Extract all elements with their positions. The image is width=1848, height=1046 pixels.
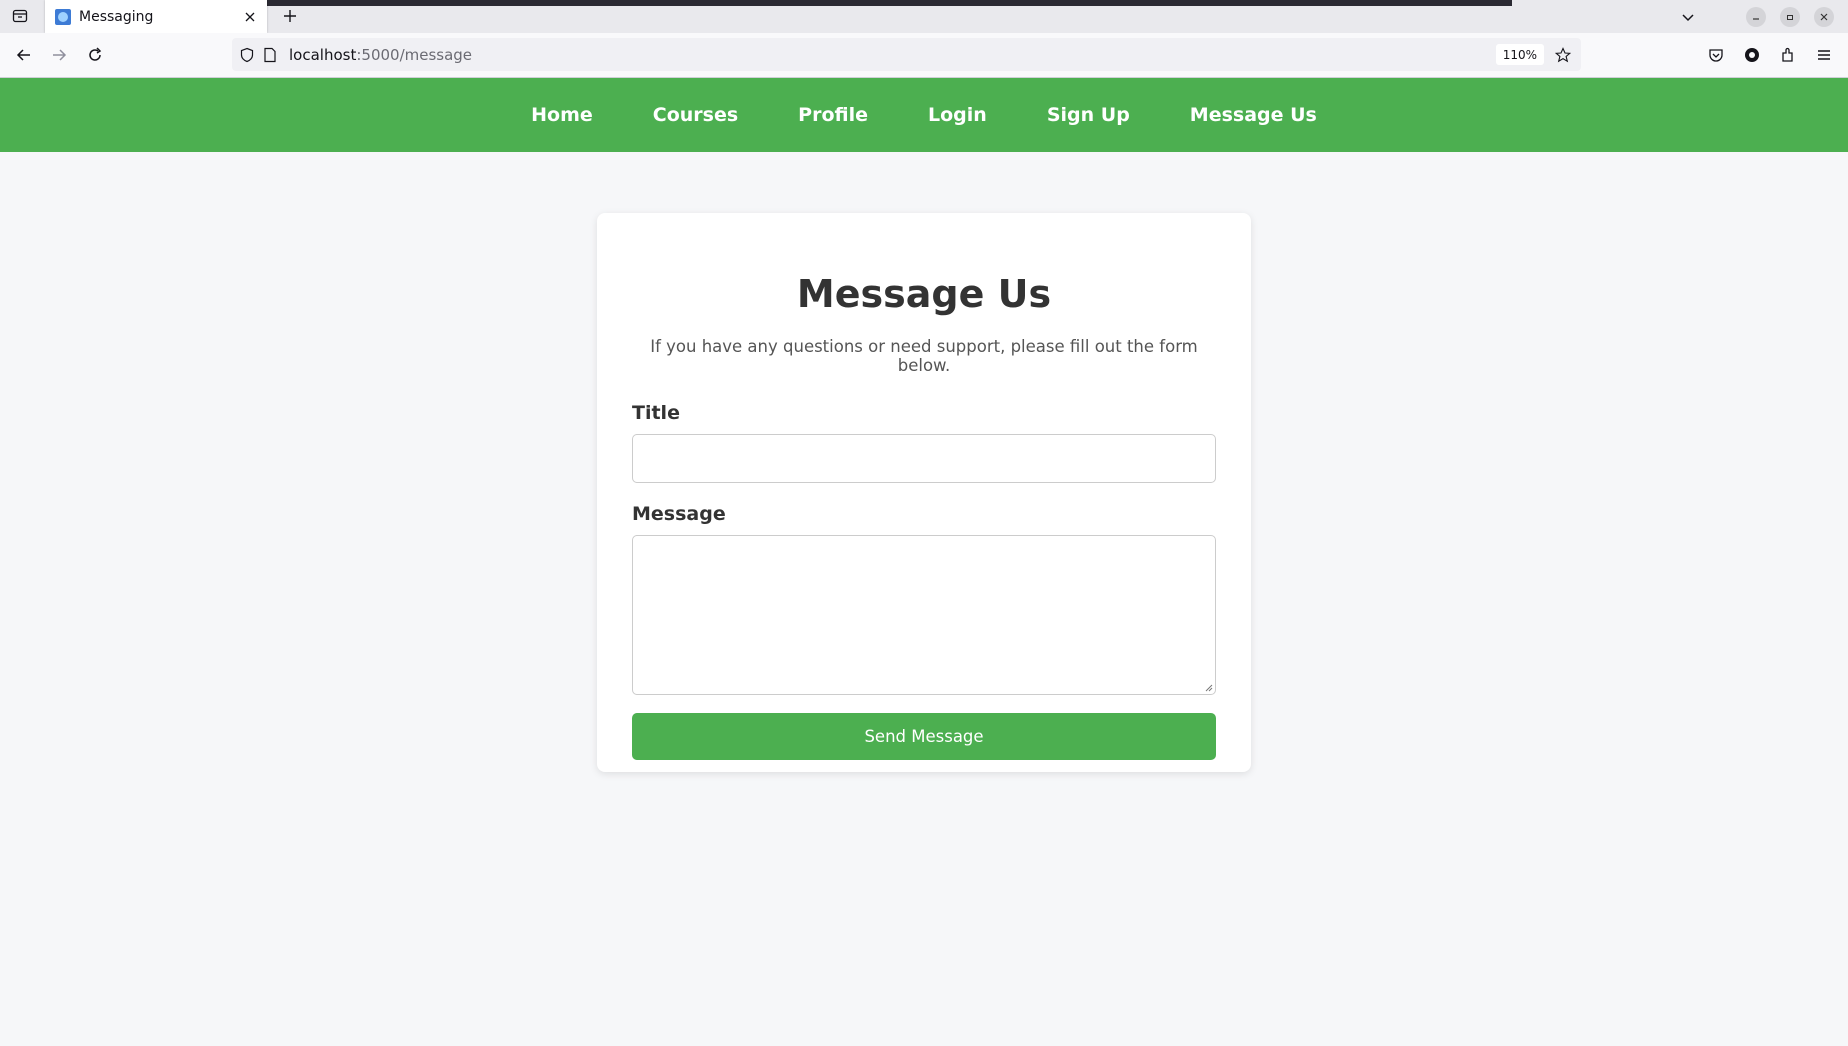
shield-icon[interactable]	[239, 47, 255, 63]
extensions-icon[interactable]	[1776, 43, 1800, 67]
nav-link-profile[interactable]: Profile	[798, 104, 868, 126]
account-icon[interactable]	[1740, 43, 1764, 67]
url-host: localhost	[289, 45, 357, 64]
page-icon[interactable]	[263, 47, 277, 63]
nav-link-message-us[interactable]: Message Us	[1190, 104, 1317, 126]
title-label: Title	[632, 402, 680, 424]
nav-link-home[interactable]: Home	[531, 104, 593, 126]
forward-icon[interactable]	[47, 43, 71, 67]
reload-icon[interactable]	[83, 43, 107, 67]
url-path: :5000/message	[356, 45, 473, 64]
browser-tab[interactable]: Messaging	[45, 0, 267, 33]
page-title: Message Us	[796, 272, 1052, 316]
url-text[interactable]: localhost:5000/message	[289, 46, 472, 64]
tab-bar-strip	[263, 0, 1512, 6]
tab-title: Messaging	[79, 8, 154, 25]
menu-icon[interactable]	[1812, 43, 1836, 67]
form-description: If you have any questions or need suppor…	[650, 337, 1198, 375]
zoom-level-badge[interactable]: 110%	[1495, 44, 1544, 65]
address-bar[interactable]: localhost:5000/message 110%	[232, 38, 1581, 71]
message-label: Message	[632, 503, 726, 525]
chevron-down-icon[interactable]	[1676, 5, 1700, 29]
close-window-icon[interactable]	[1814, 6, 1834, 27]
nav-link-courses[interactable]: Courses	[653, 104, 738, 126]
message-textarea[interactable]	[632, 535, 1216, 695]
title-input[interactable]	[632, 434, 1216, 483]
browser-tab-bar: Messaging	[0, 0, 1848, 33]
close-tab-icon[interactable]	[239, 6, 261, 28]
restore-icon[interactable]	[1780, 6, 1800, 27]
site-favicon-icon	[55, 8, 71, 25]
browser-nav-bar: localhost:5000/message 110%	[0, 33, 1848, 78]
minimize-icon[interactable]	[1746, 6, 1766, 27]
toolbar-icons	[1692, 43, 1836, 67]
send-message-button[interactable]: Send Message	[632, 713, 1216, 760]
resize-grip-icon[interactable]	[1203, 682, 1213, 692]
site-navbar: Home Courses Profile Login Sign Up Messa…	[0, 78, 1848, 152]
back-icon[interactable]	[12, 43, 36, 67]
new-tab-icon[interactable]	[278, 4, 302, 28]
window-controls	[1682, 0, 1848, 33]
message-form-card: Message Us If you have any questions or …	[597, 213, 1251, 772]
bookmark-star-icon[interactable]	[1551, 43, 1575, 67]
pocket-icon[interactable]	[1704, 43, 1728, 67]
nav-link-sign-up[interactable]: Sign Up	[1047, 104, 1130, 126]
nav-link-login[interactable]: Login	[928, 104, 987, 126]
tab-list-icon[interactable]	[8, 5, 32, 27]
